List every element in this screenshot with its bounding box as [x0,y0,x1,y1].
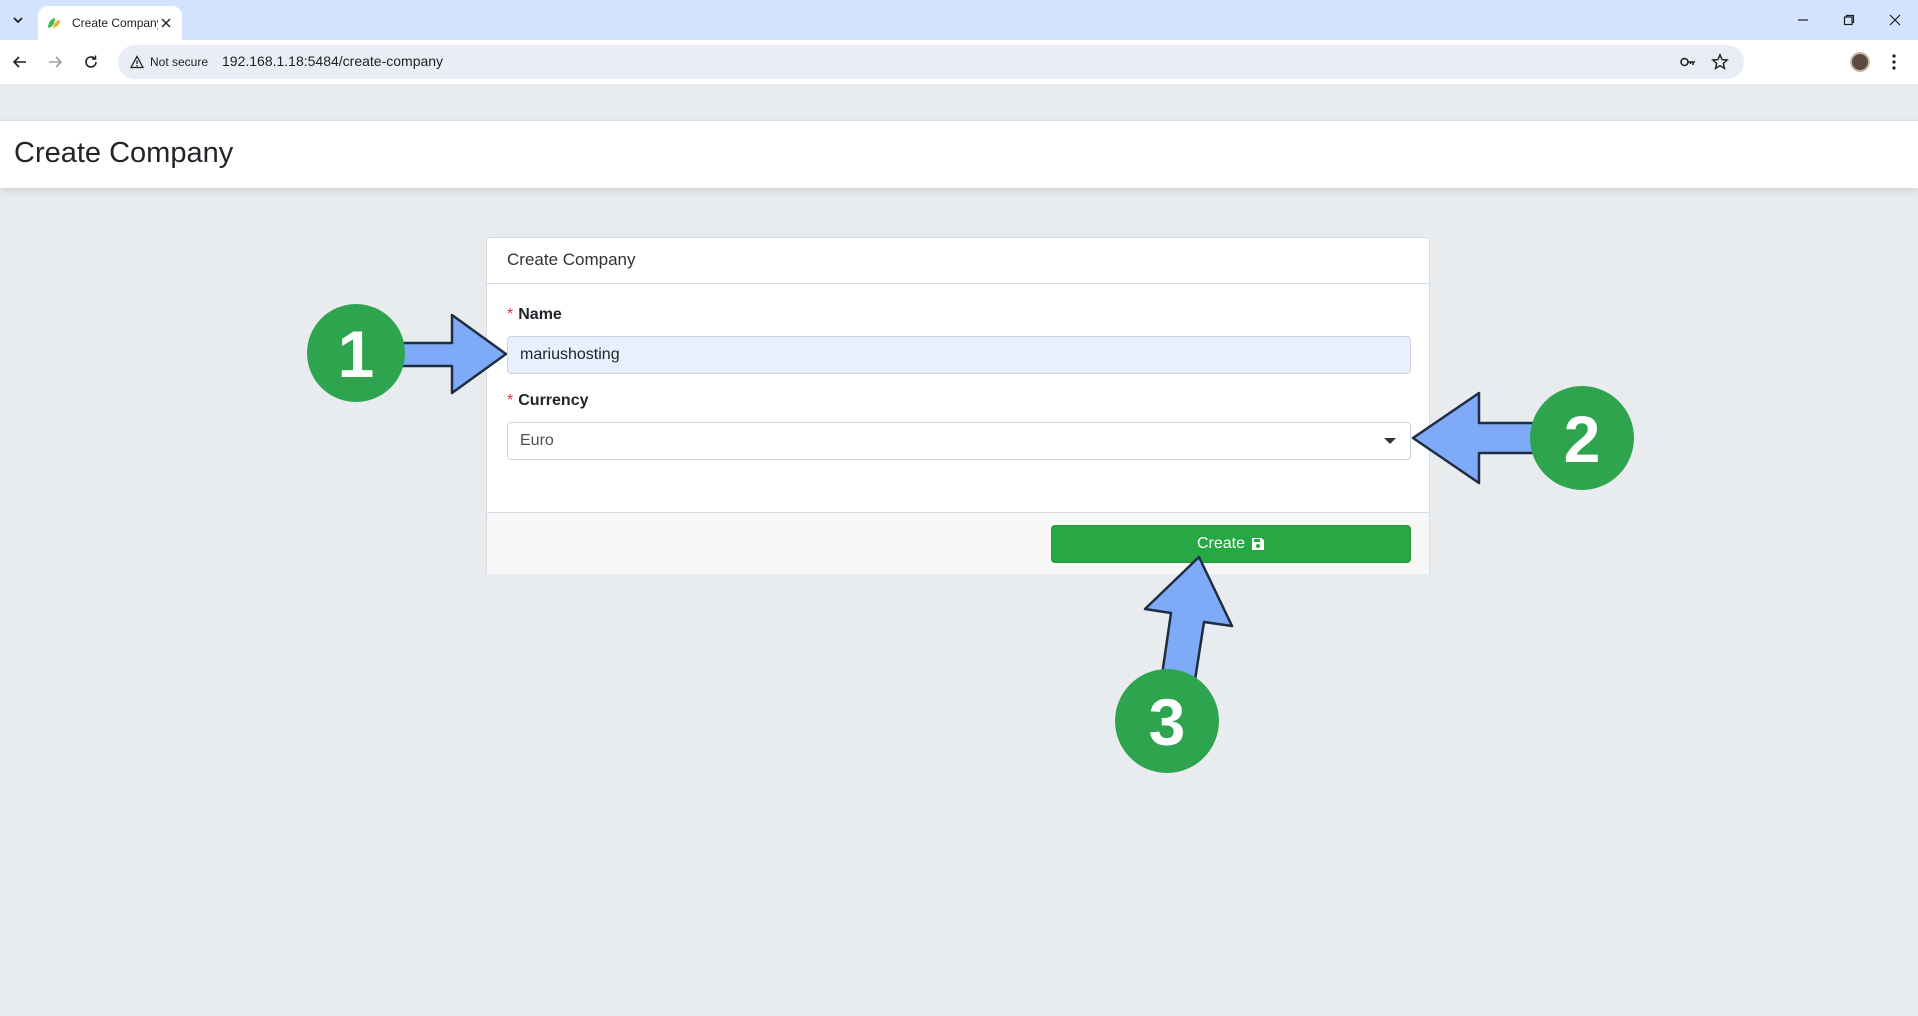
address-bar[interactable]: Not secure 192.168.1.18:5484/create-comp… [118,45,1744,79]
required-marker: * [507,392,514,409]
annotation-badge-3 [1115,669,1219,773]
currency-selected-value: Euro [520,432,554,449]
annotation-arrow-3 [1143,555,1234,682]
name-label-text: Name [518,306,562,323]
card-title: Create Company [487,238,1429,284]
security-label: Not secure [150,55,209,69]
page-title: Create Company [14,137,234,169]
create-company-card: Create Company *Name *Currency Euro Crea… [486,237,1430,574]
create-button-label: Create [1196,535,1246,552]
annotation-badge-2 [1530,386,1634,490]
tab-search-button[interactable] [6,8,30,32]
page-header: Create Company [0,120,1918,188]
profile-avatar[interactable] [1850,52,1870,72]
bookmark-star-icon[interactable] [1710,52,1730,72]
annotation-number-2: 2 [1564,402,1601,476]
tab-strip: Create Company [0,0,1918,40]
caret-down-icon [1384,438,1396,444]
minimize-icon[interactable] [1780,0,1826,40]
url-text[interactable]: 192.168.1.18:5484/create-company [222,53,443,69]
reload-icon[interactable] [77,48,105,76]
back-icon[interactable] [6,48,34,76]
currency-label-text: Currency [518,392,589,409]
name-input[interactable] [507,336,1411,374]
password-key-icon[interactable] [1678,52,1698,72]
forward-icon[interactable] [41,48,69,76]
annotation-number-1: 1 [338,317,375,391]
annotation-number-3: 3 [1149,685,1186,759]
create-button[interactable]: Create [1051,525,1411,563]
warning-icon [130,55,144,69]
tab-close-icon[interactable] [158,15,174,31]
tab-title: Create Company [72,16,158,30]
security-chip[interactable]: Not secure [124,49,216,75]
name-label: * Name [507,306,562,324]
browser-toolbar: Not secure 192.168.1.18:5484/create-comp… [0,40,1918,84]
restore-icon[interactable] [1826,0,1872,40]
more-menu-icon[interactable] [1882,50,1906,74]
favicon-icon [48,18,60,28]
annotation-badge-1 [307,304,405,402]
save-icon [1252,538,1265,550]
window-close-icon[interactable] [1872,0,1918,40]
browser-tab[interactable]: Create Company [38,6,182,40]
chevron-down-icon [13,17,23,24]
currency-select[interactable]: Euro [507,422,1411,460]
annotation-arrow-2 [1411,391,1542,485]
required-marker: * [507,306,514,323]
card-footer: Create [487,512,1429,574]
currency-label: * Currency [507,392,588,410]
